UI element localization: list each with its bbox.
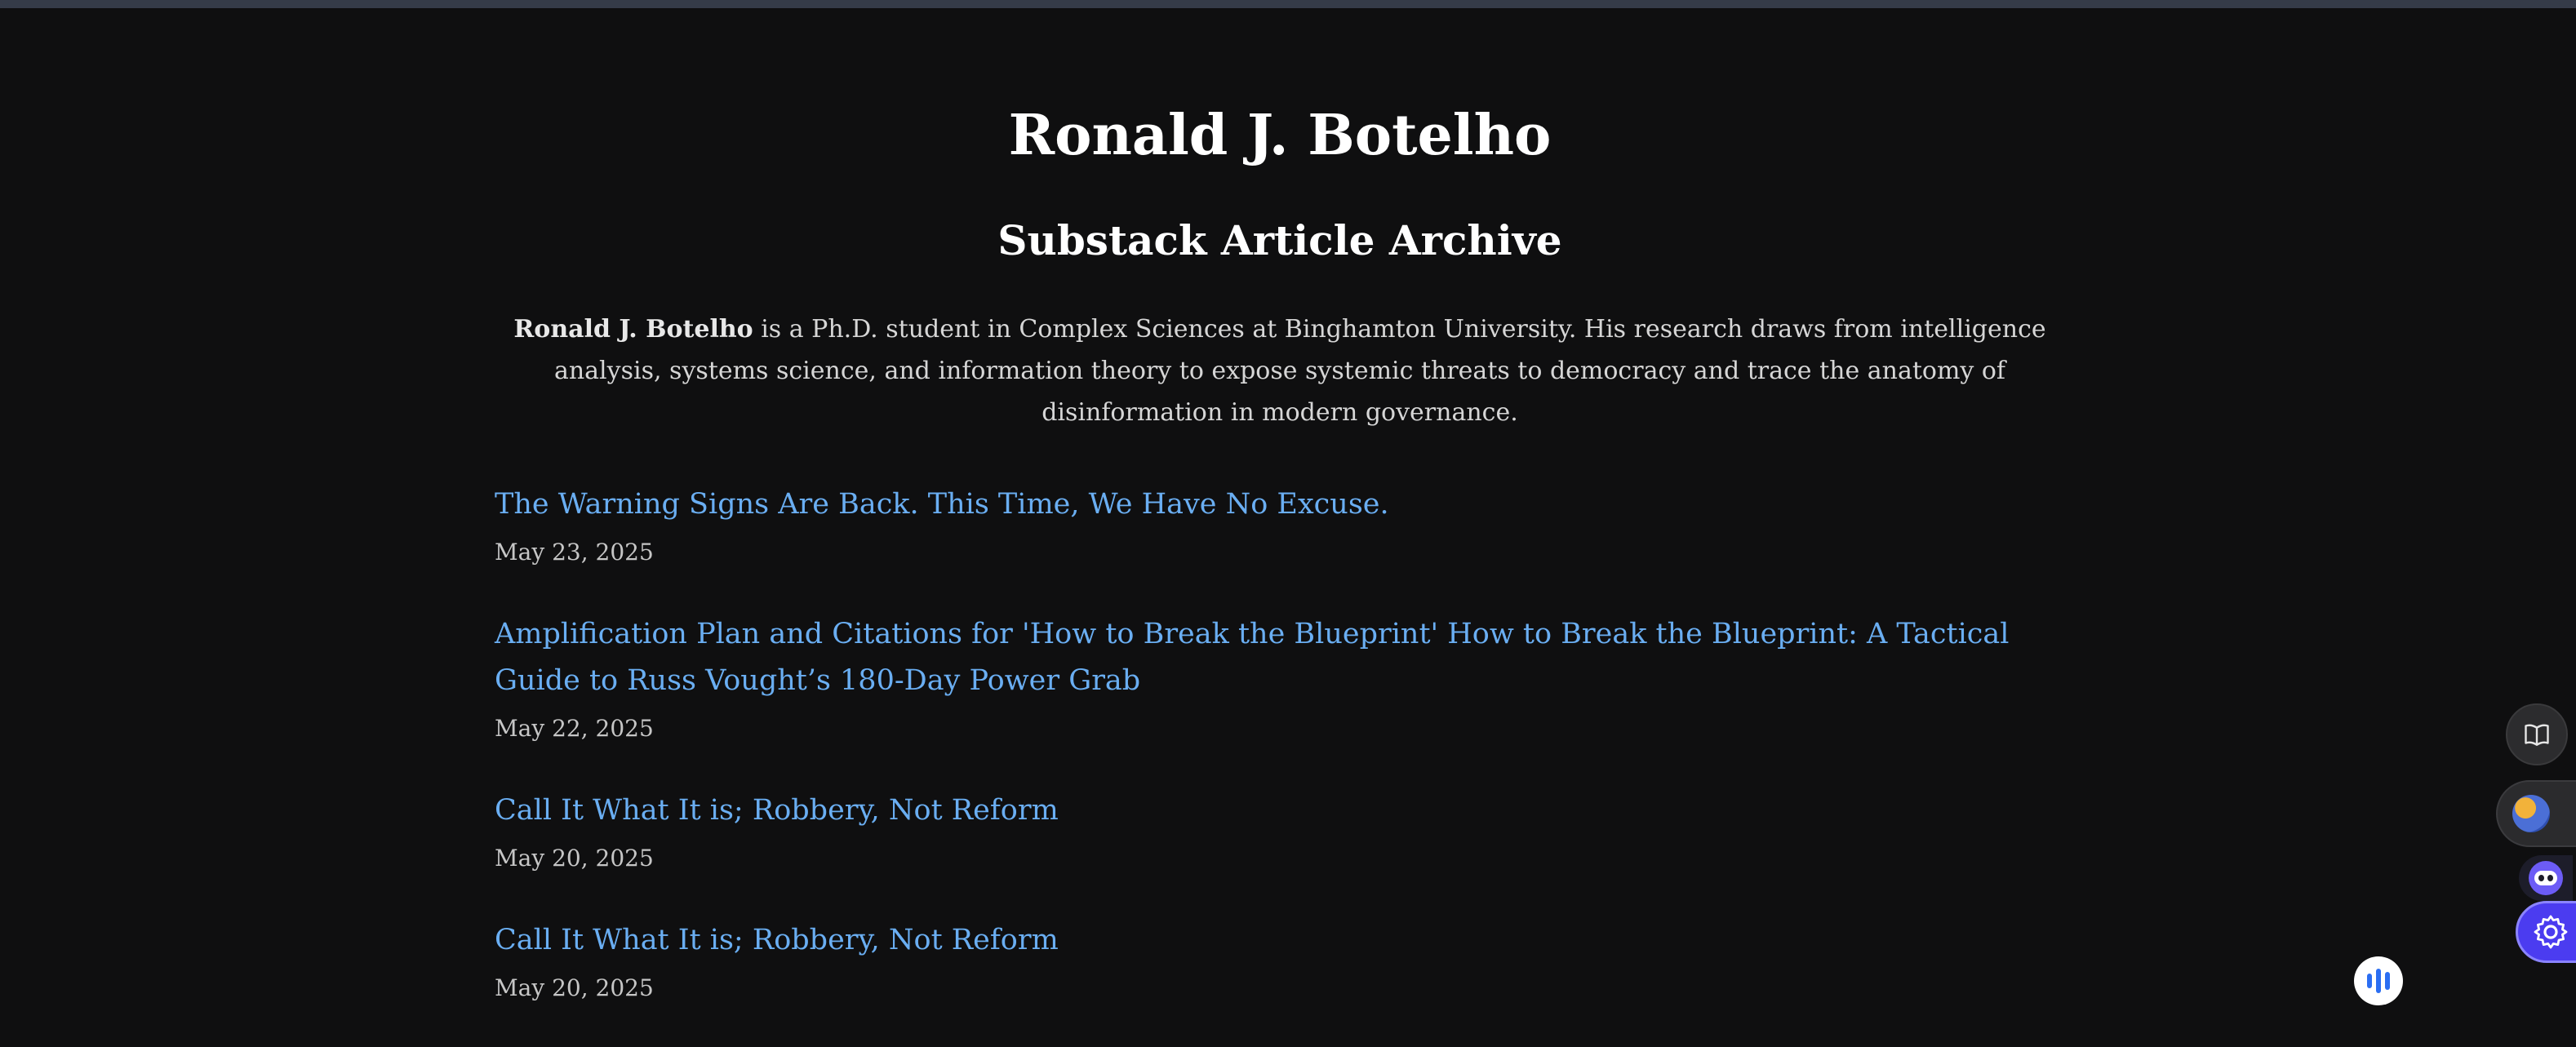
- open-book-icon: [2525, 724, 2549, 746]
- reader-mode-button[interactable]: [2506, 703, 2568, 765]
- globe-extension-icon: [2512, 795, 2550, 832]
- article-link[interactable]: Amplification Plan and Citations for 'Ho…: [495, 611, 2065, 704]
- gear-icon: [2534, 915, 2568, 949]
- article-date: May 20, 2025: [495, 974, 654, 1001]
- article-date: May 20, 2025: [495, 845, 654, 872]
- author-bio-text: is a Ph.D. student in Complex Sciences a…: [553, 315, 2046, 427]
- list-item: Amplification Plan and Citations for 'Ho…: [495, 611, 2065, 750]
- article-list: The Warning Signs Are Back. This Time, W…: [495, 481, 2065, 1047]
- extension-tab-button[interactable]: [2496, 780, 2576, 847]
- article-date: May 23, 2025: [495, 539, 654, 566]
- audio-bars-icon: [2367, 969, 2390, 993]
- list-item: The Warning Signs Are Back. This Time, W…: [495, 481, 2065, 574]
- article-link[interactable]: The Warning Signs Are Back. This Time, W…: [495, 481, 2065, 528]
- list-item: Call It What It is; Robbery, Not Reform …: [495, 787, 2065, 880]
- settings-button[interactable]: [2516, 901, 2576, 963]
- archive-title: Substack Article Archive: [997, 216, 1562, 264]
- voice-button[interactable]: [2354, 956, 2403, 1005]
- list-item: Call It What It is; Robbery, Not Reform …: [495, 917, 2065, 1009]
- author-bio: Ronald J. Botelho is a Ph.D. student in …: [495, 308, 2065, 433]
- site-title: Ronald J. Botelho: [1008, 103, 1552, 168]
- article-link[interactable]: Call It What It is; Robbery, Not Reform: [495, 917, 2065, 964]
- article-link[interactable]: Call It What It is; Robbery, Not Reform: [495, 787, 2065, 834]
- robot-face-icon: [2529, 861, 2563, 895]
- assistant-button[interactable]: [2519, 855, 2573, 901]
- author-bio-name: Ronald J. Botelho: [513, 315, 753, 344]
- top-browser-strip: [0, 0, 2576, 8]
- article-date: May 22, 2025: [495, 715, 654, 742]
